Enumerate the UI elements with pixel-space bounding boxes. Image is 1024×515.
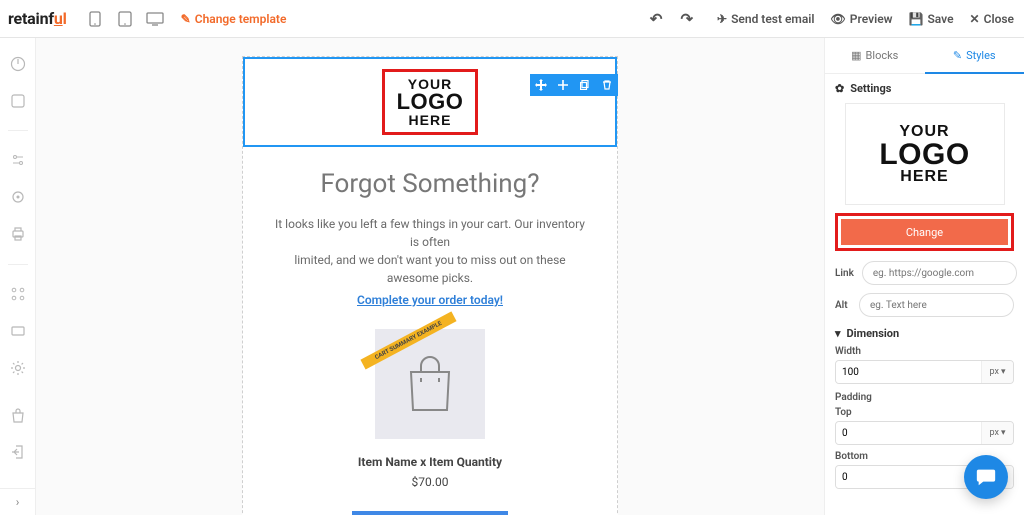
logo-highlight: YOUR LOGO HERE — [382, 69, 479, 135]
bag-icon — [403, 354, 457, 414]
dimension-heading[interactable]: ▾ Dimension — [835, 327, 1014, 340]
eye-icon: 👁 — [831, 12, 846, 26]
pad-top-label: Top — [835, 407, 1014, 418]
tab-styles[interactable]: ✎ Styles — [925, 38, 1024, 74]
preview-button[interactable]: 👁 Preview — [831, 12, 893, 26]
rail-expand-icon[interactable]: › — [0, 488, 36, 515]
save-icon: 💾 — [909, 12, 924, 26]
rail-dashboard-icon[interactable] — [4, 50, 32, 77]
item-price: $70.00 — [412, 475, 449, 489]
change-button-highlight: Change — [835, 213, 1014, 251]
chat-icon — [975, 466, 997, 488]
brush-icon: ✎ — [953, 49, 962, 62]
send-test-email-button[interactable]: ✈ Send test email — [717, 12, 815, 26]
finish-checkout-button[interactable]: FINISH CHECKING OUT — [352, 511, 508, 515]
rail-gear-icon[interactable] — [4, 355, 32, 382]
rail-settings-icon[interactable] — [4, 147, 32, 174]
link-input[interactable] — [862, 261, 1017, 285]
change-template-button[interactable]: ✎ Change template — [181, 12, 287, 26]
product-block[interactable]: CART SUMMARY EXAMPLE Item Name x Item Qu… — [358, 329, 502, 489]
redo-button[interactable]: ↷ — [680, 10, 693, 28]
save-button[interactable]: 💾 Save — [909, 12, 954, 26]
padding-label: Padding — [835, 392, 1014, 403]
undo-button[interactable]: ↶ — [650, 10, 663, 28]
tab-blocks[interactable]: ▦ Blocks — [825, 38, 925, 74]
logo-line3: HERE — [397, 112, 464, 128]
rail-bag-icon[interactable] — [4, 402, 32, 430]
width-input[interactable] — [836, 361, 981, 383]
chevron-down-icon: ▾ — [1001, 367, 1006, 377]
logo-block[interactable]: YOUR LOGO HERE — [243, 57, 617, 147]
rail-target-icon[interactable] — [4, 184, 32, 211]
viewport-desktop-icon[interactable] — [141, 5, 169, 33]
rail-apps-icon[interactable] — [4, 281, 32, 308]
link-label: Link — [835, 268, 854, 279]
width-label: Width — [835, 346, 1014, 357]
chat-fab[interactable] — [964, 455, 1008, 499]
viewport-selector — [81, 5, 169, 33]
block-toolbar — [530, 74, 618, 96]
logo-line2: LOGO — [397, 92, 464, 112]
product-image: CART SUMMARY EXAMPLE — [375, 329, 485, 439]
block-add-icon[interactable] — [552, 74, 574, 96]
close-button[interactable]: ✕ Close — [970, 12, 1014, 26]
blocks-icon: ▦ — [851, 49, 861, 62]
email-heading[interactable]: Forgot Something? — [320, 169, 539, 199]
brand-logo: retainful — [8, 9, 67, 28]
caret-down-icon: ▾ — [835, 327, 841, 340]
block-delete-icon[interactable] — [596, 74, 618, 96]
alt-label: Alt — [835, 300, 851, 311]
block-drag-icon[interactable] — [530, 74, 552, 96]
rail-template-icon[interactable] — [4, 87, 32, 114]
close-icon: ✕ — [970, 12, 980, 26]
complete-order-link[interactable]: Complete your order today! — [269, 291, 591, 309]
send-icon: ✈ — [717, 12, 727, 26]
block-copy-icon[interactable] — [574, 74, 596, 96]
edit-icon: ✎ — [181, 12, 191, 26]
image-preview: YOUR LOGO HERE — [845, 103, 1005, 205]
viewport-tablet-icon[interactable] — [111, 5, 139, 33]
alt-input[interactable] — [859, 293, 1014, 317]
email-template: YOUR LOGO HERE Forgot Something? It look… — [242, 56, 618, 515]
pad-bottom-input[interactable] — [836, 466, 981, 488]
email-body[interactable]: It looks like you left a few things in y… — [269, 215, 591, 309]
rail-logout-icon[interactable] — [4, 438, 32, 466]
width-unit[interactable]: px▾ — [981, 361, 1013, 383]
topbar: retainful ✎ Change template ↶ ↷ ✈ Send t… — [0, 0, 1024, 38]
rail-card-icon[interactable] — [4, 318, 32, 345]
viewport-mobile-icon[interactable] — [81, 5, 109, 33]
change-image-button[interactable]: Change — [841, 219, 1008, 245]
pad-top-unit[interactable]: px▾ — [981, 422, 1013, 444]
item-name: Item Name x Item Quantity — [358, 455, 502, 469]
settings-heading: ✿ Settings — [835, 82, 1014, 95]
rail-print-icon[interactable] — [4, 221, 32, 248]
left-rail: › — [0, 38, 36, 515]
right-sidebar: ▦ Blocks ✎ Styles ✿ Settings YOUR LOGO H… — [824, 38, 1024, 515]
pad-top-input[interactable] — [836, 422, 981, 444]
editor-canvas[interactable]: YOUR LOGO HERE Forgot Something? It look… — [36, 38, 824, 515]
gear-icon: ✿ — [835, 82, 844, 95]
